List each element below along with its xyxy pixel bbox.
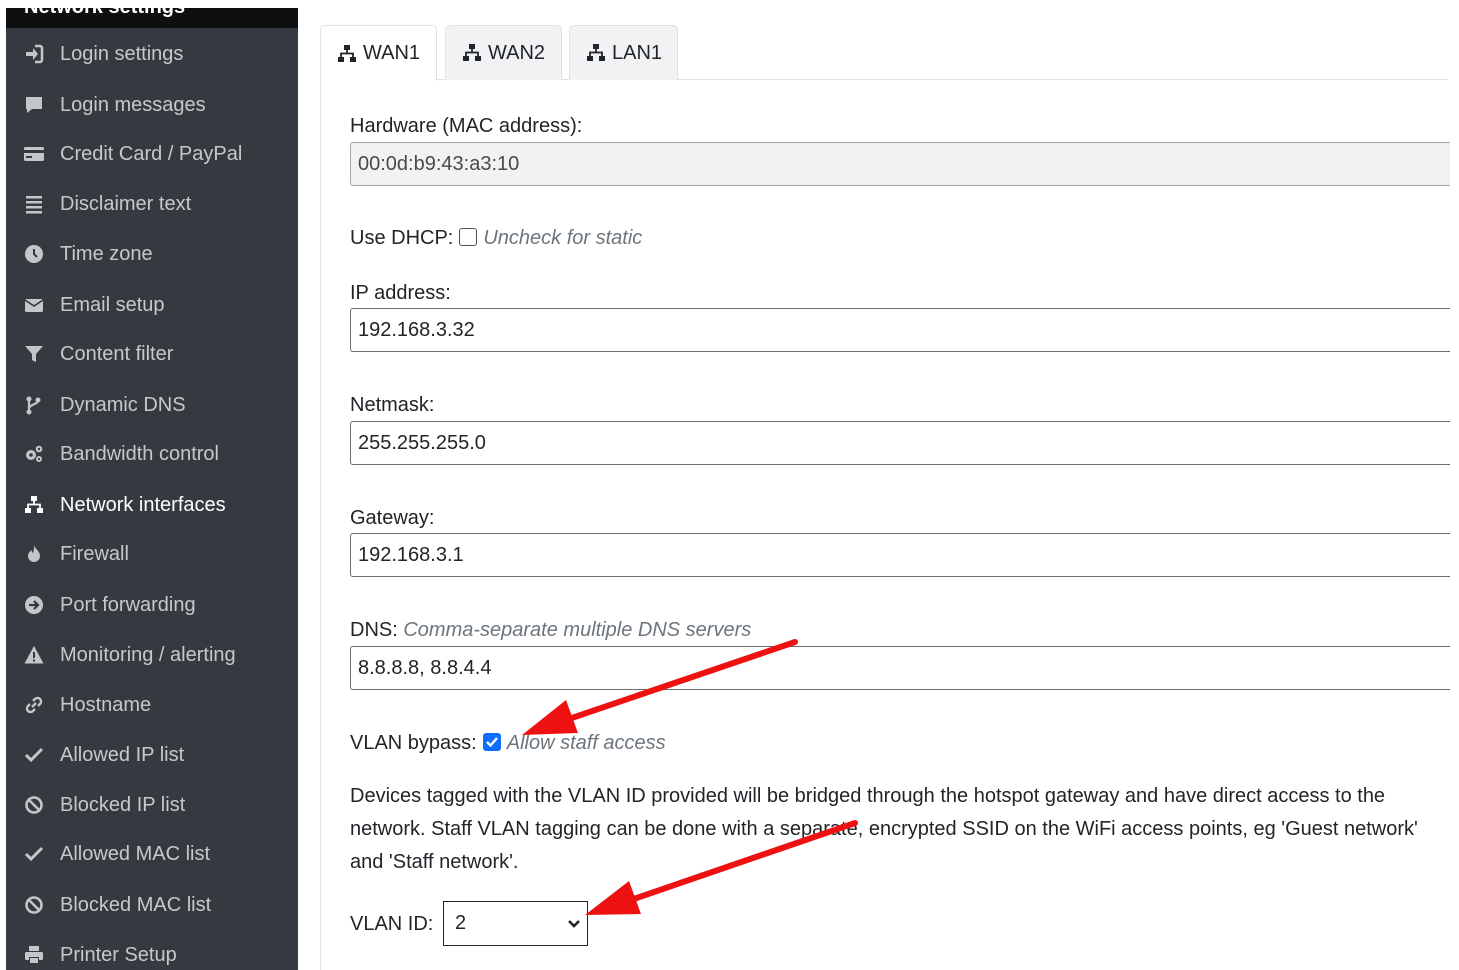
arrow-circle-right-icon (22, 594, 46, 616)
vlan-bypass-label: VLAN bypass: (350, 732, 477, 754)
gateway-label: Gateway: (350, 507, 435, 529)
netmask-label: Netmask: (350, 394, 435, 416)
sidebar-item-label: Blocked MAC list (60, 893, 212, 916)
sidebar-item-label: Email setup (60, 293, 165, 316)
dns-hint: Comma-separate multiple DNS servers (403, 619, 752, 641)
tab-label: WAN2 (488, 41, 546, 64)
netmask-field[interactable]: 255.255.255.0 (350, 421, 1450, 465)
vlan-id-label: VLAN ID: (350, 913, 434, 935)
sidebar-item-label: Port forwarding (60, 593, 196, 616)
sidebar-item-printer-setup[interactable]: Printer Setup (6, 932, 298, 970)
vlan-id-value: 2 (455, 912, 467, 934)
sidebar-item-monitoring-alerting[interactable]: Monitoring / alerting (6, 632, 298, 678)
mac-address-field: 00:0d:b9:43:a3:10 (350, 142, 1450, 186)
dhcp-hint: Uncheck for static (483, 227, 643, 249)
sign-in-icon (22, 43, 46, 65)
dhcp-checkbox[interactable] (459, 228, 478, 246)
sidebar-item-hostname[interactable]: Hostname (6, 682, 298, 728)
sidebar-item-label: Allowed IP list (60, 743, 185, 766)
dns-label: DNS: (350, 619, 398, 641)
sidebar-item-time-zone[interactable]: Time zone (6, 231, 298, 277)
sidebar-item-label: Monitoring / alerting (60, 643, 236, 666)
dhcp-row: Use DHCP: Uncheck for static (350, 227, 642, 250)
sidebar-item-allowed-ip-list[interactable]: Allowed IP list (6, 732, 298, 778)
sidebar-header: Network settings (6, 8, 298, 28)
vlan-bypass-checkbox[interactable] (482, 733, 501, 751)
vlan-bypass-hint: Allow staff access (506, 732, 666, 754)
vlan-bypass-row: VLAN bypass: Allow staff access (350, 732, 666, 755)
sidebar-item-login-settings[interactable]: Login settings (6, 31, 298, 77)
sidebar-item-label: Time zone (60, 242, 153, 265)
fire-icon (22, 543, 46, 565)
sidebar-item-login-messages[interactable]: Login messages (6, 82, 298, 128)
dns-field[interactable]: 8.8.8.8, 8.8.4.4 (350, 646, 1450, 690)
sidebar-item-label: Firewall (60, 542, 129, 565)
panel-border (320, 80, 321, 970)
sidebar-item-allowed-mac-list[interactable]: Allowed MAC list (6, 831, 298, 877)
check-icon (22, 744, 46, 766)
sidebar-item-label: Credit Card / PayPal (60, 142, 243, 165)
sidebar-item-network-interfaces[interactable]: Network interfaces (6, 482, 298, 528)
sidebar-item-label: Login settings (60, 42, 184, 65)
sidebar-item-dynamic-dns[interactable]: Dynamic DNS (6, 382, 298, 428)
sidebar-item-label: Allowed MAC list (60, 842, 211, 865)
vlan-id-select[interactable]: 2 (443, 901, 588, 946)
sitemap-icon (338, 44, 356, 62)
check-icon (22, 843, 46, 865)
sidebar-header-title: Network settings (24, 8, 185, 19)
filter-icon (22, 343, 46, 365)
sidebar-item-label: Content filter (60, 342, 174, 365)
ip-label: IP address: (350, 282, 451, 304)
comment-icon (22, 94, 46, 116)
sidebar-item-bandwidth-control[interactable]: Bandwidth control (6, 431, 298, 477)
code-branch-icon (22, 394, 46, 416)
link-icon (22, 694, 46, 716)
sitemap-icon (463, 44, 481, 61)
sidebar-item-port-forwarding[interactable]: Port forwarding (6, 582, 298, 628)
cogs-icon (22, 443, 46, 465)
mac-label: Hardware (MAC address): (350, 115, 583, 137)
sidebar-item-label: Network interfaces (60, 493, 226, 516)
dns-label-row: DNS: Comma-separate multiple DNS servers (350, 619, 751, 642)
ban-icon (22, 894, 46, 916)
sidebar-item-blocked-mac-list[interactable]: Blocked MAC list (6, 882, 298, 928)
warning-icon (22, 644, 46, 666)
credit-card-icon (22, 143, 46, 165)
sidebar-item-label: Bandwidth control (60, 442, 219, 465)
tab-wan1[interactable]: WAN1 (320, 25, 437, 81)
sidebar-item-credit-card[interactable]: Credit Card / PayPal (6, 131, 298, 177)
ban-icon (22, 794, 46, 816)
sitemap-icon (587, 44, 605, 61)
ip-address-field[interactable]: 192.168.3.32 (350, 308, 1450, 352)
sitemap-icon (22, 494, 46, 516)
sidebar-item-blocked-ip-list[interactable]: Blocked IP list (6, 782, 298, 828)
print-icon (22, 944, 46, 966)
sidebar-item-firewall[interactable]: Firewall (6, 531, 298, 577)
sidebar: Network settings Login settings Login me… (6, 8, 298, 970)
sidebar-item-email-setup[interactable]: Email setup (6, 282, 298, 328)
sidebar-item-content-filter[interactable]: Content filter (6, 331, 298, 377)
sidebar-item-label: Blocked IP list (60, 793, 186, 816)
tab-wan2[interactable]: WAN2 (445, 25, 562, 80)
sidebar-item-label: Dynamic DNS (60, 393, 186, 416)
envelope-icon (22, 294, 46, 316)
tab-lan1[interactable]: LAN1 (569, 25, 678, 80)
dhcp-label: Use DHCP: (350, 227, 454, 249)
sidebar-item-label: Disclaimer text (60, 192, 192, 215)
sidebar-item-label: Printer Setup (60, 943, 177, 966)
align-justify-icon (22, 193, 46, 215)
sidebar-item-disclaimer-text[interactable]: Disclaimer text (6, 181, 298, 227)
sidebar-item-label: Hostname (60, 693, 152, 716)
gateway-field[interactable]: 192.168.3.1 (350, 533, 1450, 577)
vlan-description: Devices tagged with the VLAN ID provided… (350, 785, 1418, 873)
clock-icon (22, 243, 46, 265)
tab-label: LAN1 (612, 41, 663, 64)
tab-label: WAN1 (363, 42, 421, 64)
sidebar-item-label: Login messages (60, 93, 206, 116)
chevron-down-icon (568, 920, 580, 928)
